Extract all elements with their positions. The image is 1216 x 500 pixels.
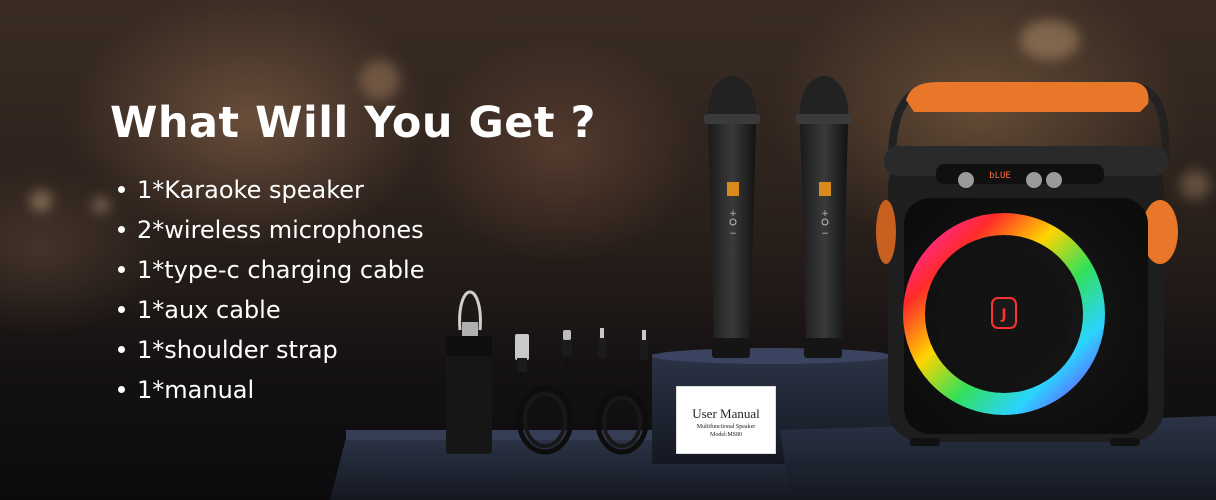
manual-model: Model:MS80 [709,432,742,438]
speaker-display: bLUE [989,171,1011,181]
bullet-icon [118,305,125,313]
list-item-label: 1*aux cable [137,296,281,324]
manual-title: User Manual [692,406,760,421]
bullet-icon [118,385,125,393]
karaoke-speaker: bLUE J [876,82,1178,446]
list-item-label: 1*shoulder strap [137,336,338,364]
mic-knob [1046,172,1062,188]
list-item: 1*Karaoke speaker [118,172,424,212]
package-contents-list: 1*Karaoke speaker 2*wireless microphones… [118,172,424,412]
microphone-right: + − [796,76,852,358]
bullet-icon [118,225,125,233]
speaker-handle [906,82,1149,112]
svg-text:−: − [821,229,829,239]
list-item: 1*shoulder strap [118,332,424,372]
user-manual-booklet: User Manual Multifunctional Speaker Mode… [676,386,776,454]
bullet-icon [118,185,125,193]
bullet-icon [118,265,125,273]
echo-knob [1026,172,1042,188]
list-item: 2*wireless microphones [118,212,424,252]
podium-middle-top [652,348,892,364]
list-item-label: 1*Karaoke speaker [137,176,364,204]
list-item-label: 1*manual [137,376,255,404]
headline: What Will You Get ? [110,98,596,148]
shoulder-strap [446,290,492,454]
volume-knob [958,172,974,188]
bullet-icon [118,345,125,353]
list-item-label: 1*type-c charging cable [137,256,425,284]
list-item: 1*manual [118,372,424,412]
list-item-label: 2*wireless microphones [137,216,424,244]
svg-text:+: + [821,209,829,219]
microphone-left: + − [704,76,760,358]
product-banner: + − + − bLUE J What Will You Get ? 1*Kar… [0,0,1216,500]
list-item: 1*type-c charging cable [118,252,424,292]
manual-subtitle: Multifunctional Speaker [696,424,756,430]
brand-logo-letter: J [1000,307,1006,323]
svg-text:+: + [729,209,737,219]
svg-text:−: − [729,229,737,239]
list-item: 1*aux cable [118,292,424,332]
